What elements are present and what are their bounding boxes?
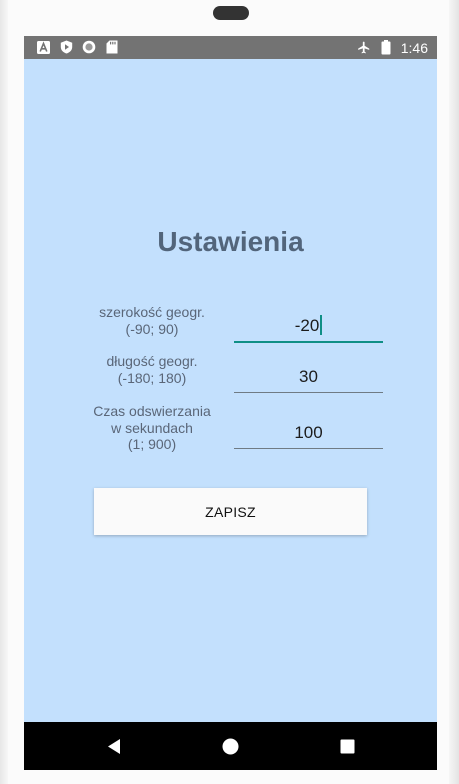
recents-icon[interactable] [336,735,358,757]
longitude-value: 30 [299,367,318,386]
device-edge-right [449,0,459,784]
app-screen: 1:46 Ustawienia szerokość geogr. (-90; 9… [24,36,437,770]
page-title: Ustawienia [157,226,304,257]
refresh-label-range: (1; 900) [127,436,177,452]
refresh-interval-value: 100 [294,423,323,442]
earpiece [213,6,249,20]
back-icon[interactable] [103,735,125,757]
device-frame: 1:46 Ustawienia szerokość geogr. (-90; 9… [0,0,459,784]
longitude-label-name: długość geogr. [106,353,198,369]
latitude-label-name: szerokość geogr. [99,304,205,320]
latitude-label-range: (-90; 90) [125,320,179,337]
text-cursor [320,315,323,335]
longitude-label-range: (-180; 180) [117,369,187,386]
device-edge-left [0,0,8,784]
longitude-input[interactable]: 30 [234,362,383,393]
refresh-label-unit: w sekundach [111,419,193,436]
a-icon [36,40,50,54]
longitude-label: długość geogr. (-180; 180) [82,353,222,386]
latitude-label: szerokość geogr. (-90; 90) [82,304,222,337]
airplane-mode-icon [357,41,371,55]
status-bar: 1:46 [24,36,437,59]
navigation-bar [24,722,437,770]
status-right-icons: 1:46 [357,38,428,57]
refresh-label: Czas odswierzania w sekundach (1; 900) [82,403,222,453]
refresh-interval-input[interactable]: 100 [234,418,383,449]
latitude-input[interactable]: -20 [234,311,383,343]
status-left-icons [36,40,119,54]
battery-icon [379,40,393,55]
latitude-value: -20 [294,316,320,335]
refresh-label-name: Czas odswierzania [93,403,211,419]
circle-icon [82,40,96,54]
shield-play-icon [59,40,73,54]
save-button[interactable]: ZAPISZ [94,488,367,535]
home-icon[interactable] [219,735,241,757]
status-time: 1:46 [400,39,428,56]
sd-card-icon [105,40,119,54]
